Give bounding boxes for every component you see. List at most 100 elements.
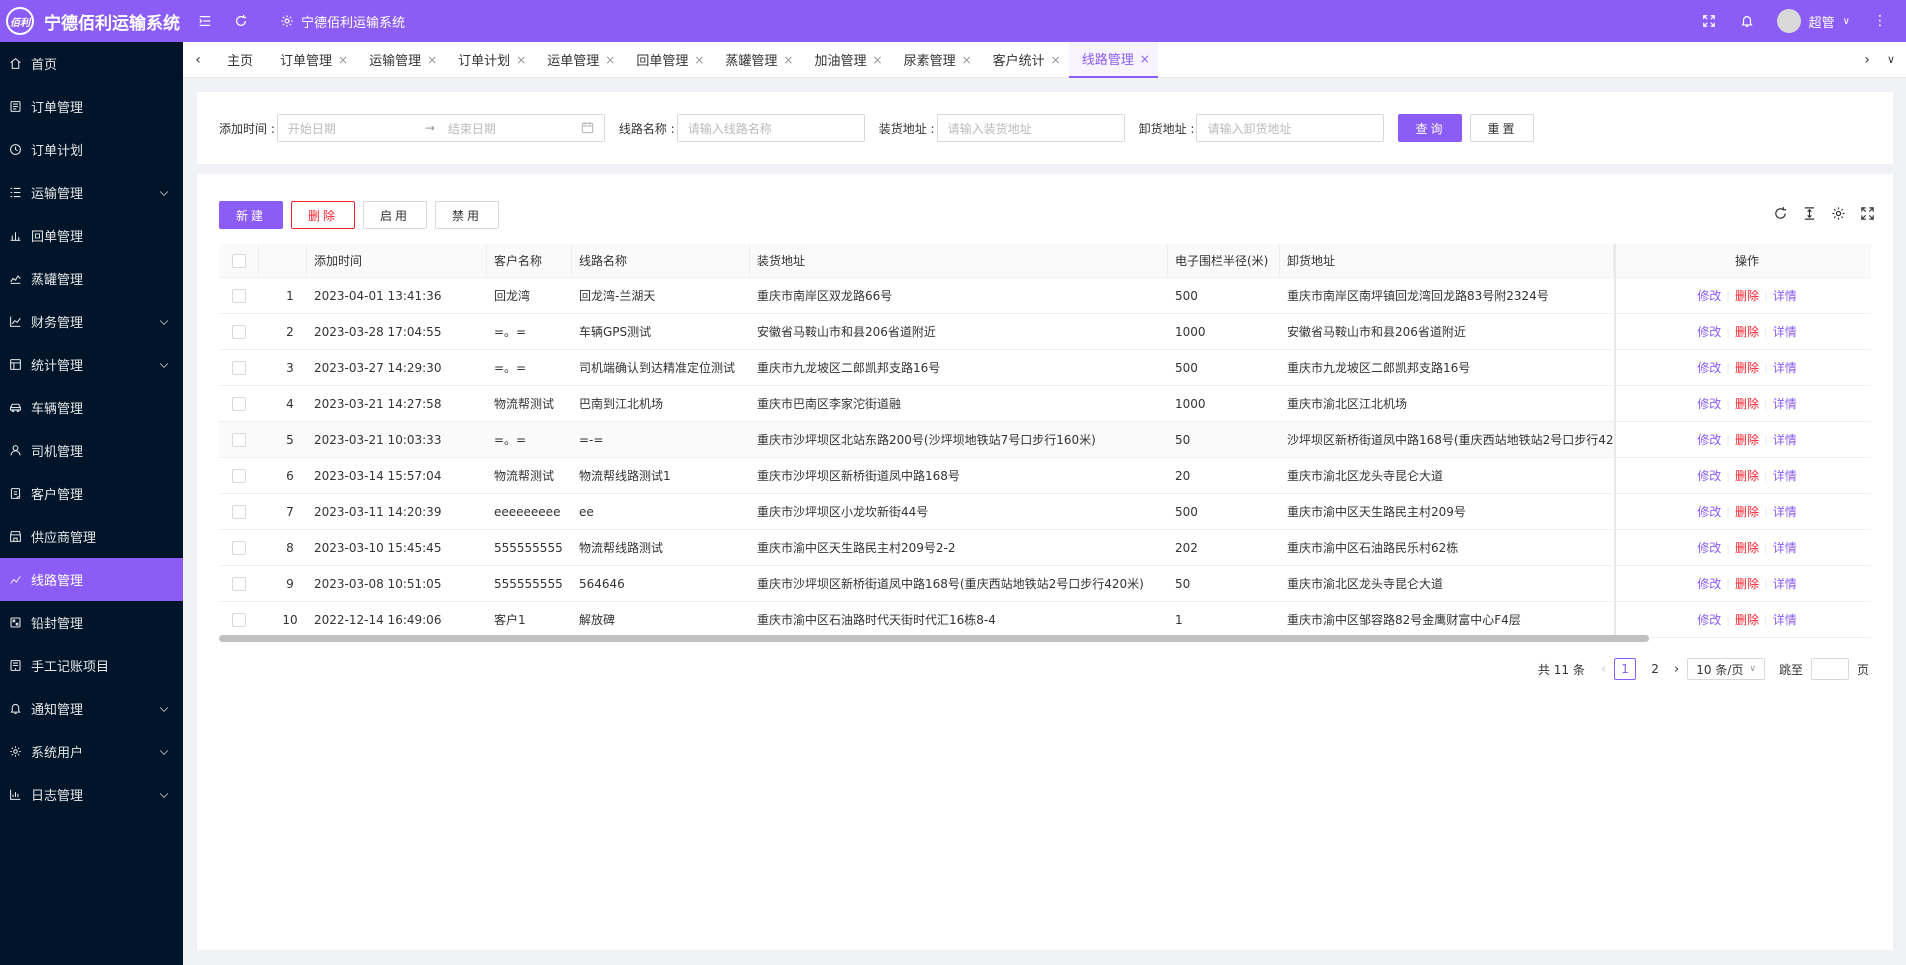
tab-9[interactable]: 线路管理 × <box>1068 41 1158 78</box>
detail-link[interactable]: 详情 <box>1773 467 1797 484</box>
row-checkbox-cell[interactable] <box>219 494 259 529</box>
sidebar-item-17[interactable]: 日志管理 <box>0 773 183 816</box>
close-icon[interactable]: × <box>516 53 526 67</box>
detail-link[interactable]: 详情 <box>1773 539 1797 556</box>
delete-link[interactable]: 删除 <box>1735 287 1759 304</box>
page-1[interactable]: 1 <box>1614 658 1637 680</box>
row-checkbox[interactable] <box>232 612 246 627</box>
edit-link[interactable]: 修改 <box>1697 395 1721 412</box>
column-height-icon[interactable] <box>1802 206 1817 221</box>
sidebar-item-3[interactable]: 运输管理 <box>0 171 183 214</box>
close-icon[interactable]: × <box>338 53 348 67</box>
row-checkbox[interactable] <box>232 324 246 339</box>
page-size-select[interactable]: 10 条/页 ∨ <box>1687 658 1765 680</box>
row-checkbox[interactable] <box>232 360 246 375</box>
detail-link[interactable]: 详情 <box>1773 359 1797 376</box>
sidebar-item-10[interactable]: 客户管理 <box>0 472 183 515</box>
table-row[interactable]: 3 2023-03-27 14:29:30 =。= 司机端确认到达精准定位测试 重庆市九… <box>219 350 1871 386</box>
detail-link[interactable]: 详情 <box>1773 611 1797 628</box>
row-checkbox[interactable] <box>232 576 246 591</box>
edit-link[interactable]: 修改 <box>1697 503 1721 520</box>
sidebar-item-13[interactable]: 铅封管理 <box>0 601 183 644</box>
sidebar-item-6[interactable]: 财务管理 <box>0 300 183 343</box>
row-checkbox[interactable] <box>232 288 246 303</box>
row-checkbox-cell[interactable] <box>219 278 259 313</box>
delete-link[interactable]: 删除 <box>1735 395 1759 412</box>
delete-link[interactable]: 删除 <box>1735 539 1759 556</box>
table-row[interactable]: 5 2023-03-21 10:03:33 =。= =-= 重庆市沙坪坝区北站东路200… <box>219 422 1871 458</box>
detail-link[interactable]: 详情 <box>1773 575 1797 592</box>
refresh-icon[interactable] <box>1773 206 1788 221</box>
detail-link[interactable]: 详情 <box>1773 431 1797 448</box>
tab-5[interactable]: 蒸罐管理 × <box>712 42 801 78</box>
row-checkbox[interactable] <box>232 504 246 519</box>
tab-scroll-left-icon[interactable]: ‹ <box>183 42 213 78</box>
tab-2[interactable]: 订单计划 × <box>445 42 534 78</box>
close-icon[interactable]: × <box>873 53 883 67</box>
sidebar-item-0[interactable]: 首页 <box>0 42 183 85</box>
new-button[interactable]: 新建 <box>219 201 284 229</box>
select-all-checkbox-cell[interactable] <box>219 244 259 277</box>
unload-address-input[interactable]: 请输入卸货地址 <box>1196 114 1385 142</box>
page-2[interactable]: 2 <box>1644 658 1666 680</box>
reset-button[interactable]: 重置 <box>1470 114 1535 142</box>
row-checkbox-cell[interactable] <box>219 458 259 493</box>
sidebar-item-5[interactable]: 蒸罐管理 <box>0 257 183 300</box>
row-checkbox[interactable] <box>232 432 246 447</box>
delete-link[interactable]: 删除 <box>1735 359 1759 376</box>
delete-link[interactable]: 删除 <box>1735 467 1759 484</box>
delete-link[interactable]: 删除 <box>1735 575 1759 592</box>
sidebar-item-9[interactable]: 司机管理 <box>0 429 183 472</box>
row-checkbox-cell[interactable] <box>219 422 259 457</box>
delete-link[interactable]: 删除 <box>1735 323 1759 340</box>
query-button[interactable]: 查询 <box>1398 114 1463 142</box>
sidebar-item-1[interactable]: 订单管理 <box>0 85 183 128</box>
load-address-input[interactable]: 请输入装货地址 <box>936 114 1125 142</box>
refresh-icon[interactable] <box>233 13 249 29</box>
user-menu[interactable]: 超管 ∨ <box>1776 9 1850 33</box>
start-date-input[interactable]: 开始日期 <box>288 120 336 137</box>
edit-link[interactable]: 修改 <box>1697 287 1721 304</box>
fullscreen-icon[interactable] <box>1701 13 1717 29</box>
row-checkbox-cell[interactable] <box>219 386 259 421</box>
tab-1[interactable]: 运输管理 × <box>356 42 445 78</box>
table-row[interactable]: 8 2023-03-10 15:45:45 555555555 物流帮线路测试 重庆市渝… <box>219 530 1871 566</box>
sidebar-item-8[interactable]: 车辆管理 <box>0 386 183 429</box>
next-page-icon[interactable]: › <box>1674 662 1679 677</box>
edit-link[interactable]: 修改 <box>1697 467 1721 484</box>
prev-page-icon[interactable]: ‹ <box>1601 662 1606 677</box>
row-checkbox[interactable] <box>232 468 246 483</box>
row-checkbox[interactable] <box>232 396 246 411</box>
tab-menu-chevron-icon[interactable]: ∨ <box>1876 42 1906 78</box>
delete-link[interactable]: 删除 <box>1735 503 1759 520</box>
close-icon[interactable]: × <box>962 53 972 67</box>
edit-link[interactable]: 修改 <box>1697 431 1721 448</box>
end-date-input[interactable]: 结束日期 <box>448 120 496 137</box>
table-row[interactable]: 9 2023-03-08 10:51:05 555555555 564646 重庆市沙坪… <box>219 566 1871 602</box>
close-icon[interactable]: × <box>1051 53 1061 67</box>
horizontal-scrollbar[interactable] <box>219 635 1649 642</box>
more-vertical-icon[interactable]: ⋮ <box>1872 13 1888 29</box>
tab-6[interactable]: 加油管理 × <box>801 42 890 78</box>
app-logo[interactable]: 佰利 宁德佰利运输系统 <box>0 0 183 42</box>
close-icon[interactable]: × <box>1140 52 1150 66</box>
row-checkbox-cell[interactable] <box>219 314 259 349</box>
row-checkbox[interactable] <box>232 540 246 555</box>
settings-icon[interactable] <box>1831 206 1846 221</box>
close-icon[interactable]: × <box>427 53 437 67</box>
disable-button[interactable]: 禁用 <box>435 201 500 229</box>
table-row[interactable]: 7 2023-03-11 14:20:39 eeeeeeeee ee 重庆市沙坪坝区小龙… <box>219 494 1871 530</box>
detail-link[interactable]: 详情 <box>1773 503 1797 520</box>
edit-link[interactable]: 修改 <box>1697 611 1721 628</box>
detail-link[interactable]: 详情 <box>1773 287 1797 304</box>
row-checkbox-cell[interactable] <box>219 602 259 637</box>
bell-icon[interactable] <box>1739 13 1755 29</box>
tab-4[interactable]: 回单管理 × <box>623 42 712 78</box>
tab-3[interactable]: 运单管理 × <box>534 42 623 78</box>
tab-7[interactable]: 尿素管理 × <box>891 42 980 78</box>
enable-button[interactable]: 启用 <box>363 201 428 229</box>
row-checkbox-cell[interactable] <box>219 530 259 565</box>
sidebar-item-2[interactable]: 订单计划 <box>0 128 183 171</box>
edit-link[interactable]: 修改 <box>1697 359 1721 376</box>
table-row[interactable]: 10 2022-12-14 16:49:06 客户1 解放碑 重庆市渝中区石油路时代天街… <box>219 602 1871 638</box>
